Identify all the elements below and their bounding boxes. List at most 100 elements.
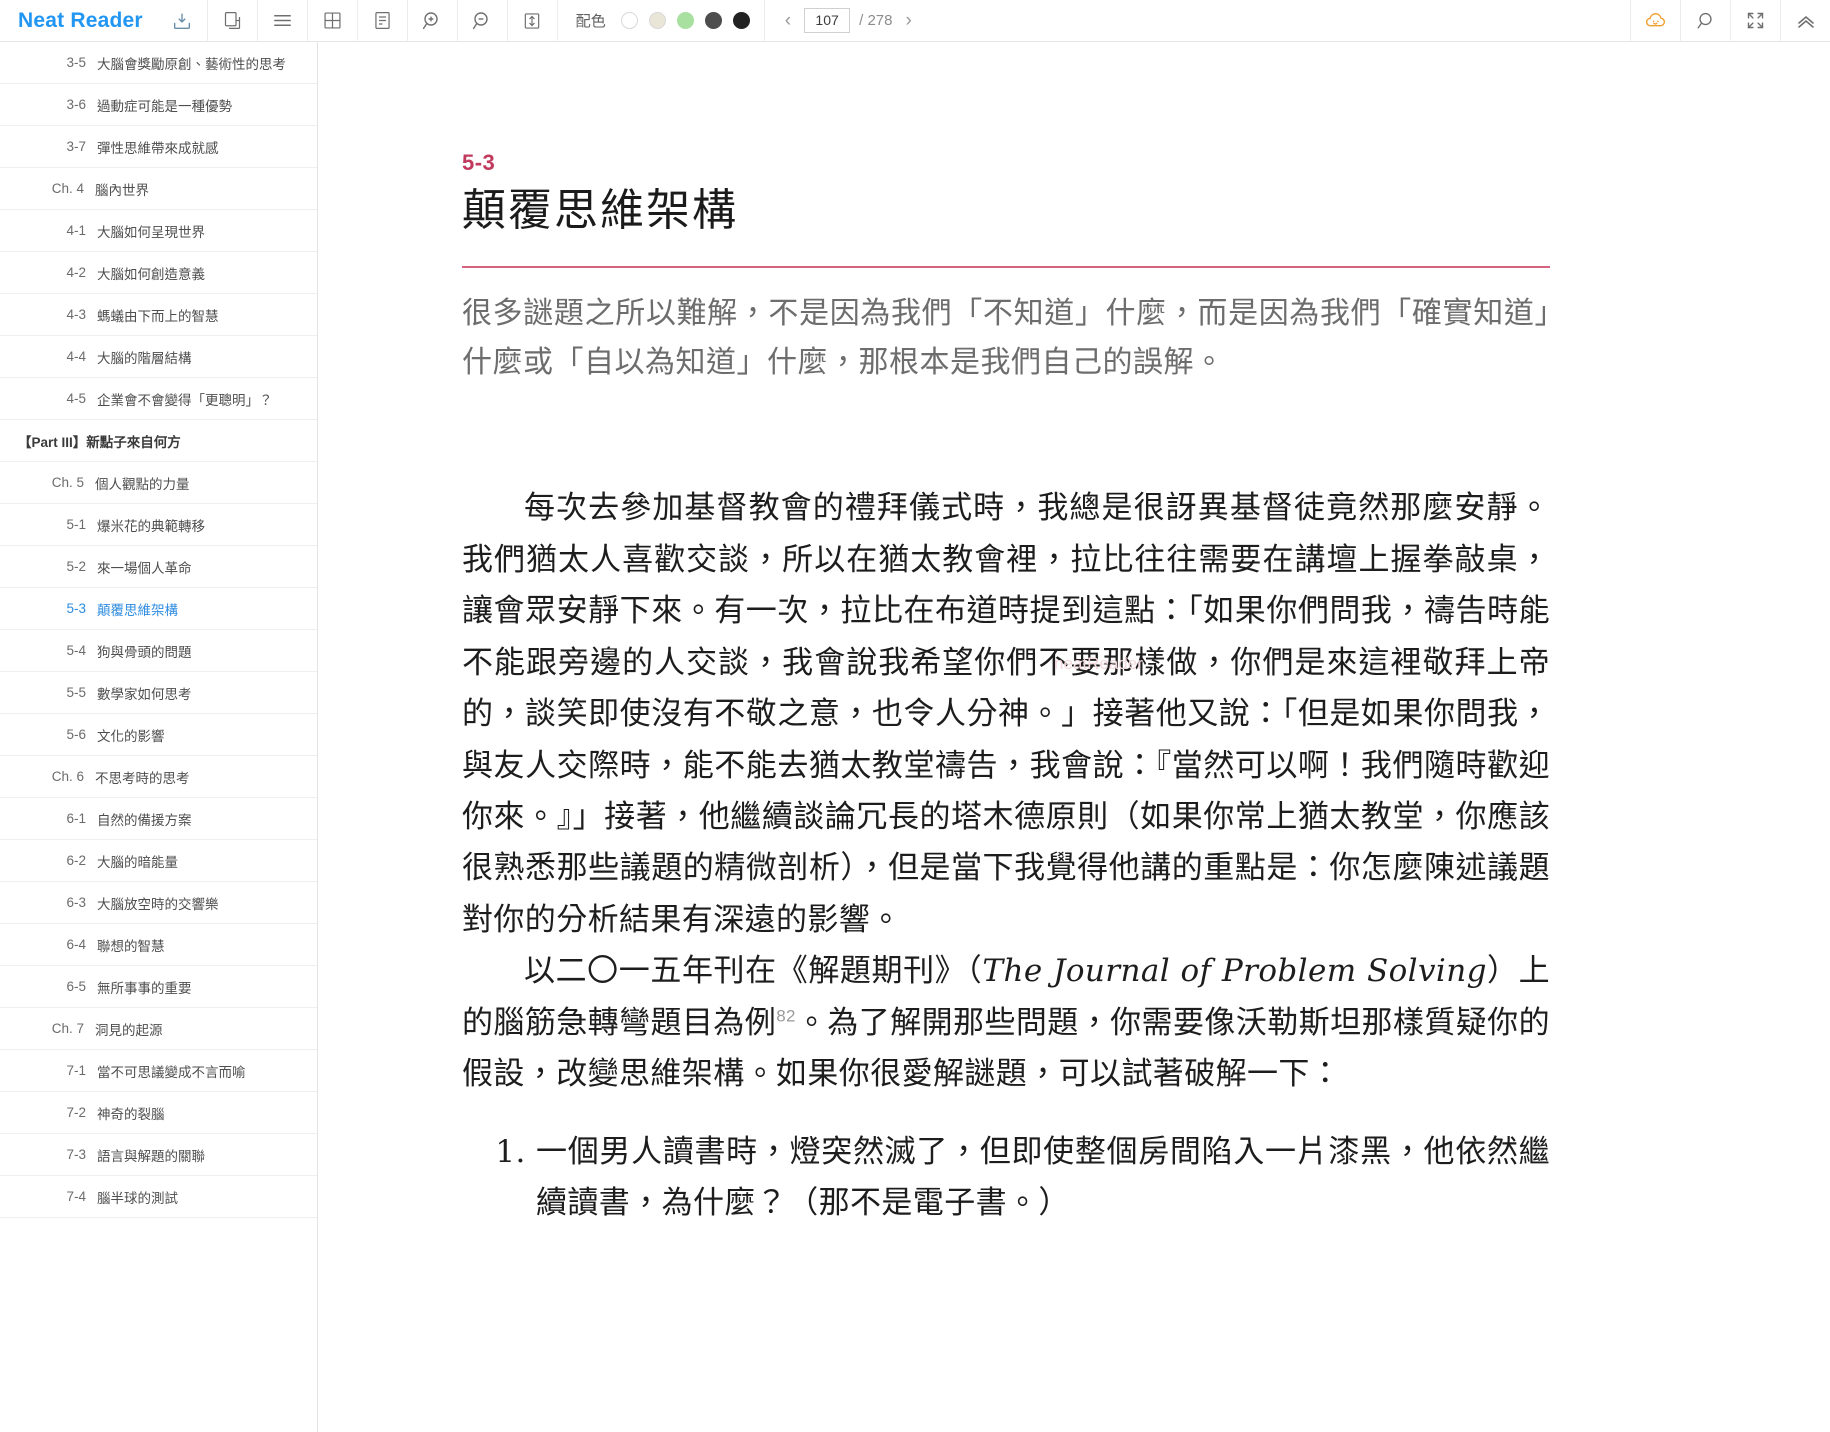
cloud-sync-icon[interactable]	[1630, 0, 1680, 42]
toc-item-label: 腦半球的測試	[97, 1190, 178, 1206]
reader-pane: 5-3 顛覆思維架構 很多謎題之所以難解，不是因為我們「不知道」什麼，而是因為我…	[319, 42, 1830, 1432]
sidebar-item-6-5[interactable]: 6-5 無所事事的重要	[0, 966, 317, 1008]
toc-item-number: 4-3	[66, 307, 86, 322]
toc-item-label: 數學家如何思考	[97, 686, 192, 702]
toc-item-number: Ch. 4	[51, 181, 84, 196]
puzzle-list: 一個男人讀書時，燈突然滅了，但即使整個房間陷入一片漆黑，他依然繼續讀書，為什麼？…	[462, 1127, 1550, 1230]
sidebar-item-4-1[interactable]: 4-1 大腦如何呈現世界	[0, 210, 317, 252]
theme-green-swatch[interactable]	[676, 12, 694, 29]
toc-sidebar[interactable]: 3-5 大腦會獎勵原創、藝術性的思考 3-6 過動症可能是一種優勢 3-7 彈性思維帶來成…	[0, 42, 318, 1432]
sidebar-item-ch5[interactable]: Ch. 5 個人觀點的力量	[0, 462, 317, 504]
toc-item-number: 5-6	[66, 727, 86, 742]
toc-item-number: 3-5	[66, 55, 86, 70]
toc-item-number: 4-4	[66, 349, 86, 364]
toc-item-label: 來一場個人革命	[97, 560, 192, 576]
page-number-input[interactable]: 107	[804, 8, 851, 33]
page-navigator: ‹ 107 / 278 ›	[763, 0, 932, 42]
toc-item-number: 5-5	[66, 685, 86, 700]
theme-white-swatch[interactable]	[620, 12, 638, 29]
toc-item-number: 4-1	[66, 223, 86, 238]
journal-title: The Journal of Problem Solving	[982, 953, 1487, 990]
toc-item-label: 不思考時的思考	[95, 770, 190, 786]
sidebar-item-3-7[interactable]: 3-7 彈性思維帶來成就感	[0, 126, 317, 168]
sidebar-item-6-1[interactable]: 6-1 自然的備援方案	[0, 798, 317, 840]
sidebar-item-7-2[interactable]: 7-2 神奇的裂腦	[0, 1092, 317, 1134]
footnote-reference[interactable]: 82	[776, 1006, 796, 1025]
next-page-button[interactable]: ›	[901, 11, 915, 30]
sidebar-item-part[interactable]: 【Part III】新點子來自何方	[0, 420, 317, 462]
toc-item-number: Ch. 5	[51, 475, 84, 490]
toc-item-label: 螞蟻由下而上的智慧	[97, 308, 219, 324]
toc-item-number: 5-4	[66, 643, 86, 658]
copy-pages-icon[interactable]	[206, 0, 257, 42]
toc-item-number: 5-1	[66, 517, 86, 532]
toc-item-label: 自然的備援方案	[97, 812, 192, 828]
toc-item-number: 4-5	[66, 391, 86, 406]
paragraph-2-lead: 以二〇一五年刊在《解題期刊》（	[524, 953, 983, 990]
menu-icon[interactable]	[256, 0, 307, 42]
toc-item-number: 7-4	[66, 1189, 86, 1204]
sidebar-item-6-4[interactable]: 6-4 聯想的智慧	[0, 924, 317, 966]
search-icon[interactable]	[1680, 0, 1730, 42]
toc-item-label: 個人觀點的力量	[95, 476, 190, 492]
toc-item-number: 6-1	[66, 811, 86, 826]
zoom-out-icon[interactable]	[456, 0, 507, 42]
theme-gray-swatch[interactable]	[704, 12, 722, 29]
fullscreen-icon[interactable]	[1730, 0, 1780, 42]
sidebar-item-3-6[interactable]: 3-6 過動症可能是一種優勢	[0, 84, 317, 126]
theme-sepia-swatch[interactable]	[648, 12, 666, 29]
toc-item-label: 神奇的裂腦	[97, 1106, 165, 1122]
toc-item-number: 6-3	[66, 895, 86, 910]
prev-page-button[interactable]: ‹	[781, 11, 795, 30]
toc-item-label: 聯想的智慧	[97, 938, 165, 954]
sidebar-item-4-3[interactable]: 4-3 螞蟻由下而上的智慧	[0, 294, 317, 336]
grid-icon[interactable]	[306, 0, 357, 42]
sidebar-item-ch7[interactable]: Ch. 7 洞見的起源	[0, 1008, 317, 1050]
sidebar-item-5-3[interactable]: 5-3 顛覆思維架構	[0, 588, 317, 630]
notes-icon[interactable]	[356, 0, 407, 42]
toc-item-label: 企業會不會變得「更聰明」？	[97, 392, 273, 408]
sidebar-item-ch6[interactable]: Ch. 6 不思考時的思考	[0, 756, 317, 798]
sidebar-item-4-4[interactable]: 4-4 大腦的階層結構	[0, 336, 317, 378]
book-page: 5-3 顛覆思維架構 很多謎題之所以難解，不是因為我們「不知道」什麼，而是因為我…	[462, 42, 1550, 1230]
sidebar-item-4-2[interactable]: 4-2 大腦如何創造意義	[0, 252, 317, 294]
toc-item-number: 5-3	[66, 601, 86, 616]
section-title: 顛覆思維架構	[462, 185, 738, 236]
toc-item-label: 當不可思議變成不言而喻	[97, 1064, 246, 1080]
zoom-in-icon[interactable]	[406, 0, 457, 42]
section-number: 5-3	[462, 150, 496, 175]
toc-item-label: 文化的影響	[97, 728, 165, 744]
toc-item-number: 7-1	[66, 1063, 86, 1078]
download-icon[interactable]	[157, 0, 207, 42]
toc-item-label: 爆米花的典範轉移	[97, 518, 205, 534]
collapse-up-icon[interactable]	[1780, 0, 1830, 42]
top-toolbar: Neat Reader 配色 ‹ 107 / 278 ›	[0, 0, 1830, 42]
sidebar-item-5-4[interactable]: 5-4 狗與骨頭的問題	[0, 630, 317, 672]
toc-item-label: 洞見的起源	[95, 1022, 163, 1038]
sidebar-item-ch4[interactable]: Ch. 4 腦內世界	[0, 168, 317, 210]
sidebar-item-5-6[interactable]: 5-6 文化的影響	[0, 714, 317, 756]
sidebar-item-6-3[interactable]: 6-3 大腦放空時的交響樂	[0, 882, 317, 924]
sidebar-item-5-5[interactable]: 5-5 數學家如何思考	[0, 672, 317, 714]
theme-black-swatch[interactable]	[732, 12, 750, 29]
toc-item-number: Ch. 6	[51, 769, 84, 784]
sidebar-item-7-1[interactable]: 7-1 當不可思議變成不言而喻	[0, 1050, 317, 1092]
sidebar-item-4-5[interactable]: 4-5 企業會不會變得「更聰明」？	[0, 378, 317, 420]
toc-item-number: 5-2	[66, 559, 86, 574]
toc-item-number: 6-2	[66, 853, 86, 868]
sidebar-item-3-5[interactable]: 3-5 大腦會獎勵原創、藝術性的思考	[0, 42, 317, 84]
toc-item-label: 過動症可能是一種優勢	[97, 98, 232, 114]
line-height-icon[interactable]	[506, 0, 557, 42]
toc-item-number: 6-4	[66, 937, 86, 952]
sidebar-item-5-1[interactable]: 5-1 爆米花的典範轉移	[0, 504, 317, 546]
toc-item-number: 3-6	[66, 97, 86, 112]
sidebar-item-6-2[interactable]: 6-2 大腦的暗能量	[0, 840, 317, 882]
list-item: 一個男人讀書時，燈突然滅了，但即使整個房間陷入一片漆黑，他依然繼續讀書，為什麼？…	[536, 1127, 1550, 1230]
sidebar-item-7-3[interactable]: 7-3 語言與解題的關聯	[0, 1134, 317, 1176]
toc-item-number: 6-5	[66, 979, 86, 994]
toc-item-label: 大腦的階層結構	[97, 350, 192, 366]
sidebar-item-5-2[interactable]: 5-2 來一場個人革命	[0, 546, 317, 588]
theme-picker[interactable]: 配色	[556, 0, 764, 42]
toc-item-label: 大腦的暗能量	[97, 854, 178, 870]
sidebar-item-7-4[interactable]: 7-4 腦半球的測試	[0, 1176, 317, 1218]
